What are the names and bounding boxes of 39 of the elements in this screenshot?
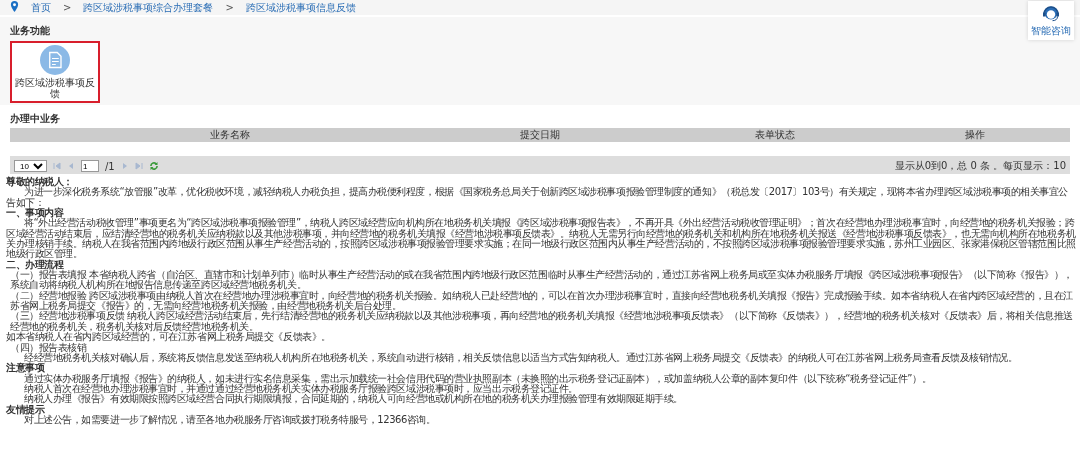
notice-heading: 二、办理流程 xyxy=(6,259,65,270)
page-input[interactable]: 1 xyxy=(81,160,99,172)
notice-paragraph: 对上述公告，如需要进一步了解情况，请至各地办税服务厅咨询或拨打税务特服号，12366咨询。 xyxy=(24,414,437,426)
page-size-select[interactable]: 10 xyxy=(14,160,47,172)
notice-paragraph: （一）报告表填报 本省纳税人跨省（自治区、直辖市和计划单列市）临时从事生产经营活动的或在我省范围内跨地级行政区范围临时从事生产经营活动的，通过江苏省网上税务局或至实体办税服务厅填报《跨区域涉税事项报告》（以下简称《报告》），系统自动将纳税人机构所在地报告信息传递至跨区域经营地税务机关。 xyxy=(9,270,1074,291)
smart-consult-button[interactable]: 智能咨询 xyxy=(1028,1,1074,40)
breadcrumb-separator: > xyxy=(225,2,234,13)
notice-heading: 一、事项内容 xyxy=(6,208,64,219)
column-header: 业务名称 xyxy=(210,128,250,142)
notice-paragraph: 纳税人办理《报告》有效期限按照跨区域经营合同执行期限填报，合同延期的，纳税人可向经营地或机构所在地的税务机关办理报验管理有效期限延期手续。 xyxy=(24,394,684,405)
document-icon xyxy=(40,45,70,75)
column-header: 表单状态 xyxy=(755,128,795,142)
notice-paragraph: 通过实体办税服务厅填报《报告》的纳税人，如未进行实名信息采集，需出示加载统一社会信用代码的营业执照副本（未换照的出示税务登记证副本），或加盖纳税人公章的副本复印件（以下统称“税务登记证件”）。 xyxy=(24,373,933,384)
notice-heading: 尊敬的纳税人： xyxy=(6,177,74,187)
function-tile[interactable]: 跨区域涉税事项反馈 xyxy=(10,41,100,103)
previous-page-icon[interactable] xyxy=(67,162,75,170)
breadcrumb-link[interactable]: 首页 xyxy=(31,0,51,15)
pager-summary: 显示从0到0，总 0 条 。每页显示：10 xyxy=(894,159,1066,173)
notice-heading: 注意事项 xyxy=(6,363,45,374)
notice-paragraph: 经经营地税务机关核对确认后，系统将反馈信息发送至纳税人机构所在地税务机关，系统自动进行核销，相关反馈信息以适当方式告知纳税人。通过江苏省网上税务局提交《反馈表》的纳税人可在江苏省网上税务局查看反馈及核销情况。 xyxy=(24,352,1019,363)
notice-heading: 友情提示 xyxy=(6,404,45,415)
refresh-icon[interactable] xyxy=(148,161,159,171)
breadcrumb-link[interactable]: 跨区域涉税事项综合办理套餐 xyxy=(83,0,214,15)
column-header: 操作 xyxy=(965,128,985,142)
column-header: 提交日期 xyxy=(520,128,560,142)
notice-paragraph: 将“外出经营活动税收管理”事项更名为“跨区域涉税事项报验管理”，纳税人跨区域经营应向机构所在地税务机关填报《跨区域涉税事项报告表》，不再开具《外出经营活动税收管理证明》；首次在经营地办理涉税事宜时，向经营地的税务机关报验；跨区域经营活动结束后，应结清经营地的税务机关应纳税款以及其他涉税事项，并向经营地的税务机关填报《经营地涉税事项反馈表》。纳税人无需另行向经营地的税务机关和机构所在地税务机关报送《经营地涉税事项反馈表》，也无需向机构所在地税务机关办理核销手续。纳税人在我省范围内跨地级行政区范围从事生产经营活动的，按照跨区域涉税事项报验管理要求实施；在同一地级行政区范围内从事生产经营活动的，不按照跨区域涉税事项报验管理要求实施，苏州工业园区、张家港保税区管辖范围比照地级行政区管理。 xyxy=(6,218,1076,260)
notice-paragraph: 纳税人首次在经营地办理涉税事宜时，并通过通过经营地税务机关实体办税服务厅报验跨区域涉税事项时，应当出示税务登记证件。 xyxy=(23,383,578,394)
section-title: 办理中业务 xyxy=(10,112,60,126)
last-page-icon[interactable] xyxy=(134,162,143,170)
first-page-icon[interactable] xyxy=(53,162,61,170)
breadcrumb-separator: > xyxy=(63,2,72,13)
section-title: 业务功能 xyxy=(10,24,50,38)
breadcrumb-link[interactable]: 跨区域涉税事项信息反馈 xyxy=(245,0,356,15)
notice-paragraph: 为进一步深化税务系统“放管服”改革，优化税收环境，减轻纳税人办税负担，提高办税便利程度，根据《国家税务总局关于创新跨区域涉税事项报验管理制度的通知》（税总发〔2017〕103号）有关规定，现将本省办理跨区域涉税事项的相关事宜公告如下： xyxy=(6,187,1070,208)
notice-paragraph: （三）经营地涉税事项反馈 纳税人跨区域经营活动结束后，先行结清经营地的税务机关应纳税款以及其他涉税事项，再向经营地的税务机关填报《经营地涉税事项反馈表》（以下简称《反馈表》），经营地的税务机关核对《反馈表》后，将相关信息推送经营地的税务机关，税务机关核对后反馈经营地税务机关。 xyxy=(9,311,1074,332)
next-page-icon[interactable] xyxy=(120,162,129,170)
page-total: /1 xyxy=(105,160,115,172)
notice-paragraph: （四）报告表核销 xyxy=(10,342,87,353)
notice-paragraph: 如本省纳税人在省内跨区域经营的，可在江苏省网上税务局提交《反馈表》。 xyxy=(6,332,332,343)
